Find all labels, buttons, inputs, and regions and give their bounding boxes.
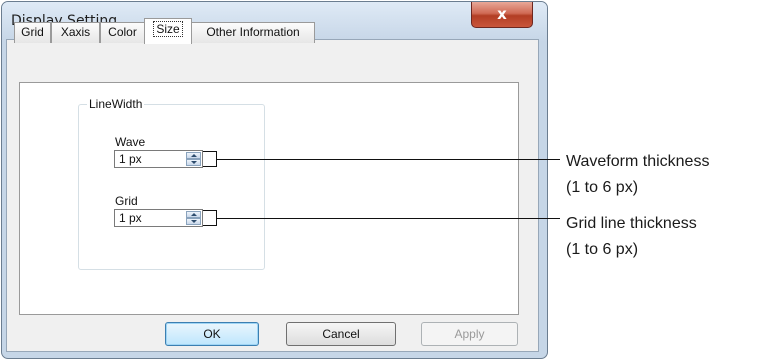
close-button[interactable]: x [471,2,533,28]
wave-annotation-range: (1 to 6 px) [566,179,639,196]
wave-width-value: 1 px [119,152,142,166]
tab-label: Xaxis [60,25,91,39]
grid-callout-line [216,218,560,219]
grid-label: Grid [115,194,138,208]
apply-button[interactable]: Apply [421,322,518,346]
ok-button-label: OK [203,327,221,341]
wave-annotation-title: Waveform thickness [566,153,710,170]
arrow-down-icon [191,220,197,223]
tab-size[interactable]: Size [144,18,192,44]
grid-spin-buttons [186,211,201,225]
tab-other-information[interactable]: Other Information [191,22,315,43]
tab-label: Grid [21,25,44,39]
grid-annotation-title: Grid line thickness [566,215,697,232]
ok-button[interactable]: OK [165,322,259,346]
cancel-button-label: Cancel [322,327,360,341]
grid-width-spinbox[interactable]: 1 px [114,209,203,227]
arrow-down-icon [191,161,197,164]
tab-label: Other Information [206,25,300,39]
grid-width-value: 1 px [119,211,142,225]
tab-label: Size [153,21,183,37]
grid-spin-down-button[interactable] [186,218,201,225]
apply-button-label: Apply [454,327,485,341]
grid-spin-up-button[interactable] [186,211,201,218]
linewidth-legend: LineWidth [87,97,145,111]
linewidth-groupbox: LineWidth [78,97,265,270]
grid-annotation-range: (1 to 6 px) [566,241,639,258]
wave-spin-down-button[interactable] [186,159,201,166]
tab-color[interactable]: Color [100,22,145,43]
wave-spin-up-button[interactable] [186,152,201,159]
cancel-button[interactable]: Cancel [286,322,396,346]
arrow-up-icon [191,154,197,157]
wave-spin-buttons [186,152,201,166]
tab-grid[interactable]: Grid [14,22,51,43]
wave-label: Wave [115,135,146,149]
wave-width-spinbox[interactable]: 1 px [114,150,203,168]
wave-callout-line [216,159,560,160]
arrow-up-icon [191,213,197,216]
close-icon: x [497,5,507,23]
tab-label: Color [108,25,137,39]
tab-xaxis[interactable]: Xaxis [51,22,100,43]
